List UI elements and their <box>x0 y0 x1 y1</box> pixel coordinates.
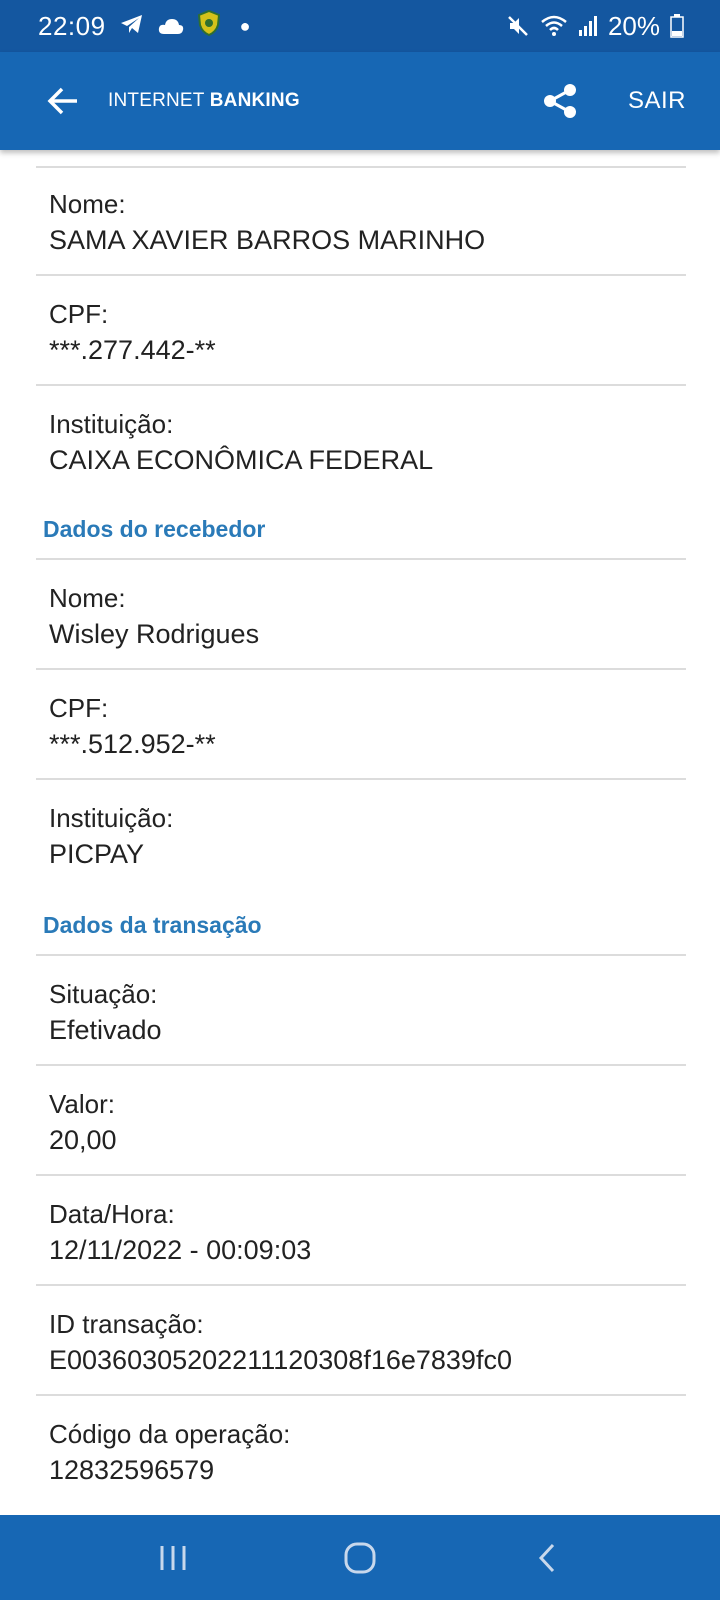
app-title: INTERNET BANKING <box>108 90 300 112</box>
wifi-icon <box>540 14 568 38</box>
receiver-name-field: Nome: Wisley Rodrigues <box>49 580 689 652</box>
payer-name-value: SAMA XAVIER BARROS MARINHO <box>49 225 486 255</box>
home-icon <box>344 1542 376 1573</box>
transaction-id-field: ID transação: E00360305202211120308f16e7… <box>49 1306 689 1378</box>
home-button[interactable] <box>315 1523 405 1593</box>
arrow-left-icon <box>47 87 77 115</box>
divider <box>36 668 686 670</box>
mute-icon <box>506 14 530 38</box>
transaction-amount-label: Valor: <box>49 1089 115 1119</box>
receiver-cpf-value: ***.512.952-** <box>49 729 216 759</box>
receiver-name-value: Wisley Rodrigues <box>49 619 260 649</box>
receiver-institution-label: Instituição: <box>49 803 174 833</box>
divider <box>36 384 686 386</box>
app-title-bold: BANKING <box>209 90 300 111</box>
chevron-left-icon <box>538 1543 554 1572</box>
receiver-institution-value: PICPAY <box>49 839 145 869</box>
divider <box>36 1174 686 1176</box>
status-time: 22:09 <box>38 10 106 41</box>
telegram-icon <box>120 11 144 42</box>
divider <box>36 558 686 560</box>
notification-dot-icon: ● <box>239 16 251 36</box>
receiver-cpf-label: CPF: <box>49 693 109 723</box>
share-icon <box>543 84 576 118</box>
transaction-id-label: ID transação: <box>49 1309 204 1339</box>
divider <box>36 166 686 168</box>
shield-badge-icon <box>197 9 220 43</box>
cloud-icon <box>158 11 184 42</box>
transaction-amount-value: 20,00 <box>49 1125 117 1155</box>
payer-cpf-value: ***.277.442-** <box>49 335 216 365</box>
recent-apps-button[interactable] <box>128 1523 218 1593</box>
system-nav-bar <box>0 1515 720 1600</box>
transaction-operation-label: Código da operação: <box>49 1419 291 1449</box>
divider <box>36 778 686 780</box>
transaction-operation-value: 12832596579 <box>49 1455 215 1485</box>
back-button[interactable] <box>28 66 98 136</box>
battery-text: 20% <box>607 10 660 41</box>
status-bar: 22:09 ● 20% <box>0 0 720 52</box>
app-bar: INTERNET BANKING SAIR <box>0 52 720 150</box>
receipt-content[interactable]: Nome: SAMA XAVIER BARROS MARINHO CPF: **… <box>0 150 720 1515</box>
transaction-datetime-value: 12/11/2022 - 00:09:03 <box>49 1235 312 1265</box>
transaction-datetime-label: Data/Hora: <box>49 1199 175 1229</box>
exit-button[interactable]: SAIR <box>628 87 686 115</box>
payer-institution-label: Instituição: <box>49 409 174 439</box>
payer-name-label: Nome: <box>49 189 126 219</box>
divider <box>36 1284 686 1286</box>
recent-apps-icon <box>160 1545 186 1570</box>
divider <box>36 1394 686 1396</box>
status-right: 20% <box>506 11 684 42</box>
status-left: 22:09 ● <box>38 9 251 43</box>
divider <box>36 274 686 276</box>
transaction-heading: Dados da transação <box>43 912 262 938</box>
app-title-light: INTERNET <box>108 90 210 111</box>
receiver-heading: Dados do recebedor <box>43 516 266 542</box>
transaction-datetime-field: Data/Hora: 12/11/2022 - 00:09:03 <box>49 1196 689 1268</box>
signal-icon <box>578 15 598 37</box>
transaction-operation-field: Código da operação: 12832596579 <box>49 1416 689 1488</box>
receiver-name-label: Nome: <box>49 583 126 613</box>
transaction-amount-field: Valor: 20,00 <box>49 1086 689 1158</box>
payer-institution-field: Instituição: CAIXA ECONÔMICA FEDERAL <box>49 406 689 478</box>
payer-cpf-field: CPF: ***.277.442-** <box>49 296 689 368</box>
transaction-status-field: Situação: Efetivado <box>49 976 689 1048</box>
payer-cpf-label: CPF: <box>49 299 109 329</box>
receiver-institution-field: Instituição: PICPAY <box>49 800 689 872</box>
battery-icon <box>670 14 684 38</box>
receiver-cpf-field: CPF: ***.512.952-** <box>49 690 689 762</box>
payer-name-field: Nome: SAMA XAVIER BARROS MARINHO <box>49 186 689 258</box>
transaction-status-label: Situação: <box>49 979 158 1009</box>
payer-institution-value: CAIXA ECONÔMICA FEDERAL <box>49 445 434 475</box>
divider <box>36 1064 686 1066</box>
divider <box>36 954 686 956</box>
transaction-id-value: E00360305202211120308f16e7839fc0 <box>49 1345 512 1375</box>
transaction-status-value: Efetivado <box>49 1015 162 1045</box>
back-nav-button[interactable] <box>502 1523 592 1593</box>
share-button[interactable] <box>530 71 590 131</box>
